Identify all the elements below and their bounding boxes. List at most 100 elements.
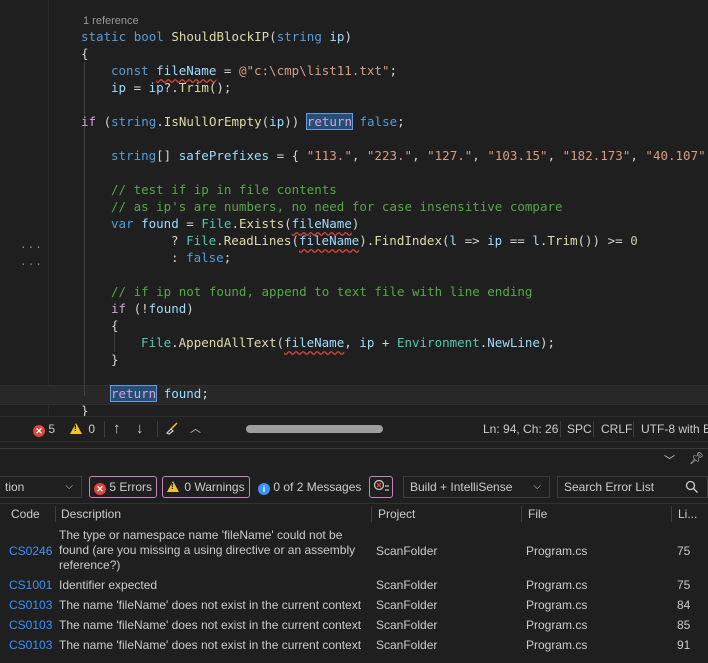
code-line[interactable]: { <box>81 45 89 62</box>
warnings-filter-button[interactable]: 0 Warnings <box>162 476 250 498</box>
code-token: Trim <box>178 80 209 95</box>
code-token: found <box>163 386 202 401</box>
code-token: return <box>305 113 353 130</box>
warning-count-indicator[interactable]: 0 <box>70 417 95 441</box>
code-token: var <box>111 216 142 231</box>
line-ending-indicator[interactable]: CRLF <box>601 417 632 441</box>
code-line[interactable]: if (string.IsNullOrEmpty(ip)) return fal… <box>81 113 405 130</box>
file-cell: Program.cs <box>526 544 588 558</box>
warning-icon <box>167 481 179 492</box>
error-list-toolbar: tion ⌵ ✕ 5 Errors 0 Warnings i 0 of 2 Me… <box>0 472 708 502</box>
code-token: ( <box>103 114 112 129</box>
column-header-file[interactable]: File <box>528 503 547 525</box>
column-separator[interactable] <box>55 506 56 522</box>
code-line[interactable]: File.AppendAllText(fileName, ip + Enviro… <box>141 334 555 351</box>
code-line[interactable]: // test if ip in file contents <box>111 181 337 198</box>
table-row[interactable]: CS0246 The type or namespace name 'fileNa… <box>0 528 708 574</box>
chevron-down-icon: ⌵ <box>65 481 73 492</box>
code-line[interactable]: // as ip's are numbers, no need for case… <box>111 198 563 215</box>
code-line[interactable]: ? File.ReadLines(fileName).FindIndex(l =… <box>171 232 638 249</box>
pin-icon[interactable]: 📌︎ <box>689 451 704 465</box>
code-line[interactable]: ip = ip?.Trim(); <box>111 79 231 96</box>
code-token: ( <box>291 233 299 248</box>
line-cell: 91 <box>677 638 691 652</box>
code-token: false <box>186 250 224 265</box>
chevron-down-icon[interactable]: ﹀ <box>664 452 675 468</box>
table-row[interactable]: CS0103 The name 'fileName' does not exist… <box>0 618 708 636</box>
column-header-line[interactable]: Li... <box>678 503 697 525</box>
code-line[interactable]: } <box>81 402 89 416</box>
code-cell[interactable]: CS0103 <box>9 618 55 633</box>
column-separator[interactable] <box>521 506 522 522</box>
cursor-position[interactable]: Ln: 94, Ch: 26 <box>483 417 558 441</box>
code-token: { <box>111 318 119 333</box>
codelens-references[interactable]: 1 reference <box>83 15 139 27</box>
code-line[interactable]: static bool ShouldBlockIP(string ip) <box>81 28 352 45</box>
error-icon: ✕ <box>33 425 45 437</box>
table-row[interactable]: CS1001 Identifier expected ScanFolder Progr… <box>0 578 708 596</box>
indentation-indicator[interactable]: SPC <box>567 417 592 441</box>
error-icon: ✕ <box>94 483 106 495</box>
code-token: = <box>216 63 239 78</box>
previous-issue-button[interactable]: ↑ <box>113 417 121 441</box>
code-line[interactable]: if (!found) <box>111 300 194 317</box>
table-row[interactable]: CS0103 The name 'fileName' does not exist… <box>0 638 708 656</box>
code-token: // as ip's are numbers, no need for case… <box>111 199 563 214</box>
messages-filter-button[interactable]: i 0 of 2 Messages <box>253 476 367 498</box>
code-editor[interactable]: ··· ··· 1 reference static bool ShouldBl… <box>0 0 708 416</box>
errors-filter-label: 5 Errors <box>109 480 153 494</box>
project-cell: ScanFolder <box>376 618 438 632</box>
code-token: , <box>351 148 367 163</box>
code-line[interactable]: { <box>111 317 119 334</box>
code-cell[interactable]: CS0103 <box>9 638 55 653</box>
collapsed-region-marker[interactable]: ··· <box>20 259 43 270</box>
code-token: , <box>547 148 563 163</box>
collapsed-region-marker[interactable]: ··· <box>20 242 43 253</box>
code-token: safePrefixes <box>178 148 270 163</box>
code-token: "40.107" <box>645 148 706 163</box>
column-separator[interactable] <box>371 506 372 522</box>
code-line[interactable]: return found; <box>109 385 209 402</box>
code-line[interactable]: const fileName = @"c:\cmp\list11.txt"; <box>111 62 397 79</box>
column-header-code[interactable]: Code <box>11 503 40 525</box>
code-token: )) <box>284 114 307 129</box>
filter-toggle-button[interactable] <box>369 476 393 498</box>
code-token: ) <box>186 301 194 316</box>
code-token: { <box>81 46 89 61</box>
scrollbar-thumb[interactable] <box>246 425 383 433</box>
file-cell: Program.cs <box>526 598 588 612</box>
code-line[interactable]: string[] safePrefixes = { "113.", "223."… <box>111 147 706 164</box>
code-line[interactable]: // if ip not found, append to text file … <box>111 283 532 300</box>
code-token: const <box>111 63 157 78</box>
column-header-description[interactable]: Description <box>61 503 121 525</box>
code-token: ). <box>359 233 375 248</box>
description-cell: The type or namespace name 'fileName' co… <box>59 528 356 572</box>
code-line[interactable]: var found = File.Exists(fileName) <box>111 215 359 232</box>
next-issue-button[interactable]: ↓ <box>136 417 144 441</box>
code-cell[interactable]: CS0103 <box>9 598 55 613</box>
code-cell[interactable]: CS1001 <box>9 578 55 593</box>
code-token: string <box>276 29 330 44</box>
line-cell: 84 <box>677 598 691 612</box>
warning-count: 0 <box>88 422 96 436</box>
encoding-indicator[interactable]: UTF-8 with B <box>641 417 708 441</box>
search-error-list-input[interactable]: Search Error List <box>557 476 708 498</box>
scope-dropdown[interactable]: tion ⌵ <box>0 476 82 498</box>
info-icon: i <box>258 483 270 495</box>
search-placeholder: Search Error List <box>564 480 655 494</box>
table-row[interactable]: CS0103 The name 'fileName' does not exist… <box>0 598 708 616</box>
chevron-up-icon[interactable]: ︿ <box>190 417 201 441</box>
error-count-indicator[interactable]: ✕ 5 <box>33 417 55 441</box>
code-line[interactable]: } <box>111 351 119 368</box>
column-header-project[interactable]: Project <box>378 503 415 525</box>
code-token: = { <box>269 148 307 163</box>
code-line[interactable]: : false; <box>171 249 231 266</box>
code-token: (); <box>208 80 232 95</box>
code-token: = <box>126 80 149 95</box>
code-cleanup-button[interactable] <box>165 417 179 441</box>
code-token: } <box>81 403 89 416</box>
column-separator[interactable] <box>671 506 672 522</box>
code-cell[interactable]: CS0246 <box>9 544 55 559</box>
errors-filter-button[interactable]: ✕ 5 Errors <box>89 476 158 498</box>
build-intellisense-dropdown[interactable]: Build + IntelliSense ⌵ <box>403 476 550 498</box>
